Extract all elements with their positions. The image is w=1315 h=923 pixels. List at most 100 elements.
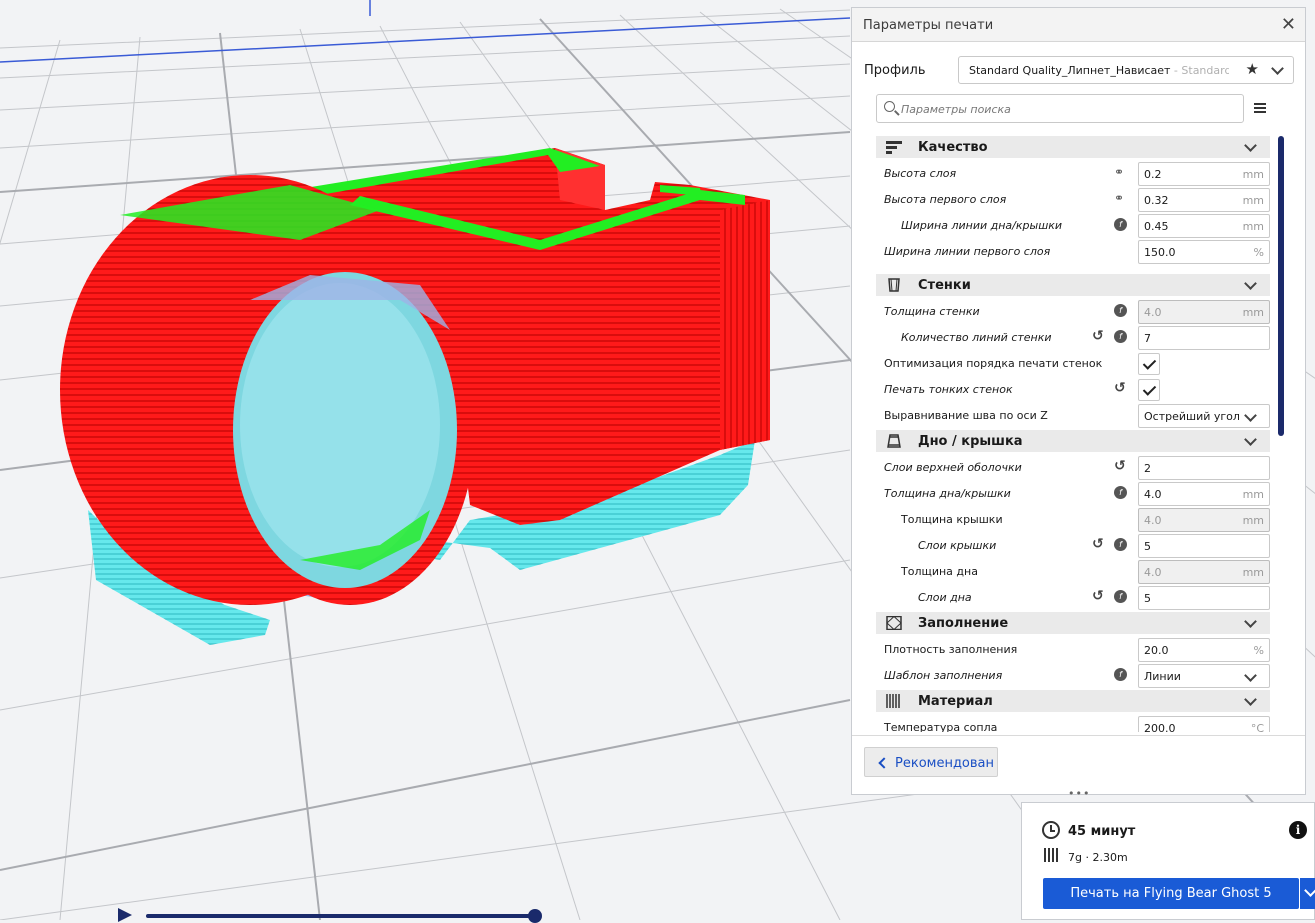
info-icon[interactable]: i (1289, 821, 1307, 839)
section-top-bottom[interactable]: Дно / крышка (876, 430, 1270, 452)
layer-simulation-bar (116, 906, 546, 923)
top-bottom-icon (887, 434, 901, 448)
section-title: Заполнение (918, 616, 1009, 631)
section-title: Стенки (918, 278, 971, 293)
top-bottom-line-width-field[interactable]: 0.45 mm (1138, 214, 1270, 238)
favorite-star-icon[interactable]: ★ (1246, 60, 1259, 78)
top-layers-field[interactable]: 5 (1138, 534, 1270, 558)
setting-optimize-wall-order: Оптимизация порядка печати стенок (876, 351, 1270, 377)
link-icon: ⚭ (1114, 191, 1125, 205)
setting-label: Толщина стенки (884, 305, 980, 318)
function-icon[interactable]: f (1114, 486, 1127, 499)
function-icon[interactable]: f (1114, 668, 1127, 681)
wall-thickness-field[interactable]: 4.0 mm (1138, 300, 1270, 324)
field-value: 7 (1144, 332, 1151, 345)
field-unit: mm (1242, 566, 1264, 579)
search-input[interactable] (899, 98, 1233, 121)
field-unit: mm (1242, 306, 1264, 319)
spool-icon (1044, 848, 1058, 862)
print-thin-walls-checkbox[interactable] (1138, 379, 1160, 401)
field-unit: % (1253, 246, 1264, 259)
setting-label: Количество линий стенки (901, 331, 1052, 344)
chevron-down-icon (1244, 615, 1257, 628)
profile-label: Профиль (864, 63, 926, 78)
setting-label: Высота слоя (884, 167, 957, 180)
settings-menu-icon[interactable] (1254, 103, 1266, 113)
bottom-thickness-field[interactable]: 4.0 mm (1138, 560, 1270, 584)
field-value: 4.0 (1144, 306, 1162, 319)
setting-print-thin-walls: Печать тонких стенок ↺ (876, 377, 1270, 403)
section-title: Материал (918, 694, 993, 709)
simulation-track[interactable] (146, 914, 536, 918)
setting-label: Слои верхней оболочки (884, 461, 1022, 474)
section-title: Дно / крышка (918, 434, 1023, 449)
clock-icon (1042, 821, 1060, 839)
field-value: 0.2 (1144, 168, 1162, 181)
initial-layer-line-width-field[interactable]: 150.0% (1138, 240, 1270, 264)
section-material[interactable]: Материал (876, 690, 1270, 712)
setting-label: Выравнивание шва по оси Z (884, 409, 1048, 422)
field-unit: mm (1242, 194, 1264, 207)
reset-icon[interactable]: ↺ (1092, 537, 1105, 551)
setting-label: Толщина дна/крышки (884, 487, 1011, 500)
section-infill[interactable]: Заполнение (876, 612, 1270, 634)
nozzle-temperature-field[interactable]: 200.0 °C (1138, 716, 1270, 732)
function-icon[interactable]: f (1114, 218, 1127, 231)
field-value: 4.0 (1144, 488, 1162, 501)
recommended-button[interactable]: Рекомендован (864, 747, 998, 777)
panel-resize-handle[interactable]: ••• (1068, 787, 1090, 800)
select-value: Острейший угол (1144, 410, 1240, 423)
reset-icon[interactable]: ↺ (1092, 589, 1105, 603)
field-unit: mm (1242, 168, 1264, 181)
print-options-dropdown[interactable] (1300, 878, 1315, 909)
function-icon[interactable]: f (1114, 538, 1127, 551)
setting-z-seam-alignment: Выравнивание шва по оси Z Острейший угол (876, 403, 1270, 429)
reset-icon[interactable]: ↺ (1114, 459, 1127, 473)
reset-icon[interactable]: ↺ (1092, 329, 1105, 343)
layer-height-field[interactable]: 0.2 mm (1138, 162, 1270, 186)
function-icon[interactable]: f (1114, 590, 1127, 603)
setting-infill-density: Плотность заполнения 20.0% (876, 637, 1270, 663)
function-icon[interactable]: f (1114, 330, 1127, 343)
setting-top-layers-shell: Слои верхней оболочки ↺ 2 (876, 455, 1270, 481)
settings-scrollbar[interactable] (1278, 136, 1284, 436)
select-value: Линии (1144, 670, 1181, 683)
infill-icon (886, 616, 902, 630)
chevron-down-icon (1244, 669, 1257, 682)
link-icon: ⚭ (1114, 165, 1125, 179)
setting-layer-height: Высота слоя ⚭ 0.2 mm (876, 161, 1270, 187)
simulation-handle[interactable] (528, 909, 542, 923)
print-button[interactable]: Печать на Flying Bear Ghost 5 (1043, 878, 1299, 909)
chevron-down-icon (1244, 277, 1257, 290)
check-icon (1142, 382, 1157, 396)
setting-label: Ширина линии первого слоя (884, 245, 1051, 258)
field-value: 5 (1144, 592, 1151, 605)
print-job-panel: 45 минут i 7g · 2.30m Печать на Flying B… (1021, 802, 1315, 920)
reset-icon[interactable]: ↺ (1114, 381, 1127, 395)
infill-density-field[interactable]: 20.0% (1138, 638, 1270, 662)
profile-select[interactable]: Standard Quality_Липнет_Нависает - Stand… (958, 56, 1294, 84)
chevron-down-icon (1304, 884, 1315, 897)
infill-pattern-select[interactable]: Линии (1138, 664, 1270, 688)
chevron-down-icon (1244, 409, 1257, 422)
settings-list[interactable]: Качество Высота слоя ⚭ 0.2 mm Высота перв… (876, 136, 1271, 732)
close-icon[interactable]: ✕ (1281, 14, 1296, 35)
top-thickness-field[interactable]: 4.0 mm (1138, 508, 1270, 532)
function-icon[interactable]: f (1114, 304, 1127, 317)
initial-layer-height-field[interactable]: 0.32 mm (1138, 188, 1270, 212)
optimize-wall-order-checkbox[interactable] (1138, 353, 1160, 375)
setting-label: Оптимизация порядка печати стенок (884, 357, 1103, 370)
search-box[interactable] (876, 94, 1244, 123)
setting-top-layers: Слои крышки ↺ f 5 (876, 533, 1270, 559)
section-quality[interactable]: Качество (876, 136, 1270, 158)
z-seam-alignment-select[interactable]: Острейший угол (1138, 404, 1270, 428)
wall-line-count-field[interactable]: 7 (1138, 326, 1270, 350)
top-bottom-thickness-field[interactable]: 4.0 mm (1138, 482, 1270, 506)
field-value: 4.0 (1144, 514, 1162, 527)
top-layers-shell-field[interactable]: 2 (1138, 456, 1270, 480)
check-icon (1142, 356, 1157, 370)
section-walls[interactable]: Стенки (876, 274, 1270, 296)
bottom-layers-field[interactable]: 5 (1138, 586, 1270, 610)
setting-label: Толщина крышки (901, 513, 1003, 526)
setting-label: Шаблон заполнения (884, 669, 1003, 682)
